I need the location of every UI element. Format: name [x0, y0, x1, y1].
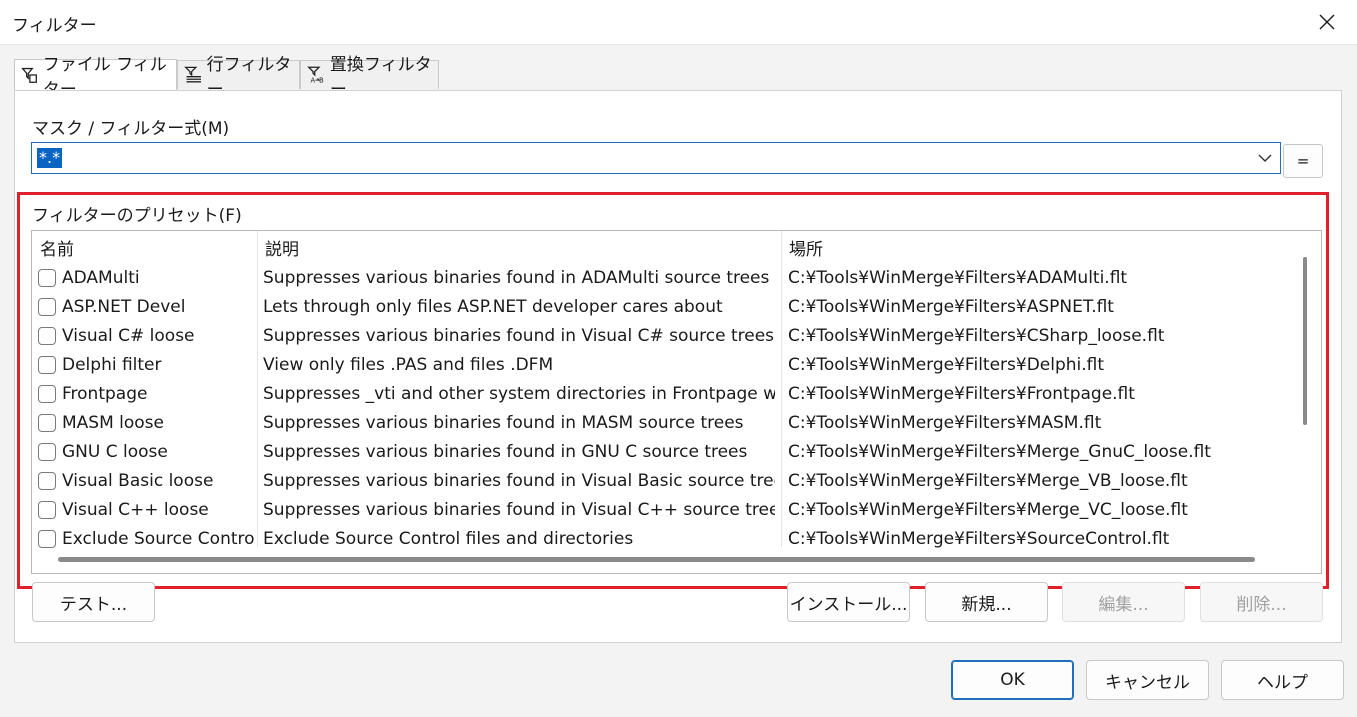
preset-checkbox[interactable]	[38, 327, 56, 345]
preset-name: Visual C# loose	[62, 326, 195, 346]
column-header-location[interactable]: 場所	[781, 231, 1294, 264]
preset-description: Suppresses various binaries found in ADA…	[263, 268, 770, 288]
preset-checkbox[interactable]	[38, 269, 56, 287]
preset-location: C:¥Tools¥WinMerge¥Filters¥CSharp_loose.f…	[788, 326, 1165, 346]
preset-description: Lets through only files ASP.NET develope…	[263, 297, 723, 317]
list-item[interactable]: ASP.NET Devel Lets through only files ASP…	[32, 293, 1294, 322]
tab-line-filter[interactable]: 行フィルター	[177, 55, 300, 100]
svg-text:B: B	[319, 77, 324, 85]
button-label: 新規...	[961, 594, 1012, 615]
preset-checkbox[interactable]	[38, 356, 56, 374]
mask-label: マスク / フィルター式(M)	[32, 119, 230, 139]
button-label: 削除...	[1236, 594, 1287, 615]
preset-name: Visual Basic loose	[62, 471, 214, 491]
mask-menu-button[interactable]: =	[1283, 144, 1323, 178]
list-item[interactable]: Exclude Source Control Exclude Source Con…	[32, 525, 1294, 554]
preset-name: Delphi filter	[62, 355, 162, 375]
preset-description: Suppresses _vti and other system directo…	[263, 384, 775, 404]
preset-checkbox[interactable]	[38, 443, 56, 461]
list-item[interactable]: Visual C++ loose Suppresses various binar…	[32, 496, 1294, 525]
preset-checkbox[interactable]	[38, 298, 56, 316]
button-label: インストール...	[789, 594, 908, 615]
mask-combobox[interactable]: *.*	[31, 142, 1281, 174]
preset-location: C:¥Tools¥WinMerge¥Filters¥MASM.flt	[788, 413, 1102, 433]
preset-label: フィルターのプリセット(F)	[32, 206, 242, 226]
preset-location: C:¥Tools¥WinMerge¥Filters¥ADAMulti.flt	[788, 268, 1128, 288]
preset-checkbox[interactable]	[38, 385, 56, 403]
preset-description: Suppresses various binaries found in GNU…	[263, 442, 748, 462]
preset-name: Visual C++ loose	[62, 500, 209, 520]
preset-location: C:¥Tools¥WinMerge¥Filters¥Merge_GnuC_loo…	[788, 442, 1211, 462]
close-icon	[1319, 14, 1335, 30]
delete-button[interactable]: 削除...	[1200, 582, 1323, 622]
preset-list[interactable]: 名前 説明 場所 ADAMulti Suppresses various bina…	[31, 230, 1322, 574]
edit-button[interactable]: 編集...	[1062, 582, 1185, 622]
preset-description: Exclude Source Control files and directo…	[263, 529, 634, 549]
preset-description: Suppresses various binaries found in Vis…	[263, 471, 775, 491]
preset-name: Frontpage	[62, 384, 148, 404]
list-item[interactable]: Frontpage Suppresses _vti and other syste…	[32, 380, 1294, 409]
button-label: キャンセル	[1105, 672, 1190, 693]
preset-checkbox[interactable]	[38, 530, 56, 548]
list-item[interactable]: MASM loose Suppresses various binaries fo…	[32, 409, 1294, 438]
preset-name: ADAMulti	[62, 268, 140, 288]
column-header-label: 説明	[265, 240, 299, 260]
preset-checkbox[interactable]	[38, 414, 56, 432]
vertical-scrollbar[interactable]	[1303, 257, 1307, 425]
new-button[interactable]: 新規...	[925, 582, 1048, 622]
preset-description: Suppresses various binaries found in Vis…	[263, 326, 775, 346]
close-button[interactable]	[1311, 6, 1343, 38]
column-header-label: 名前	[40, 240, 74, 260]
preset-name: MASM loose	[62, 413, 164, 433]
cancel-button[interactable]: キャンセル	[1086, 660, 1209, 700]
tab-file-filter[interactable]: ファイル フィルター	[14, 55, 177, 100]
list-item[interactable]: GNU C loose Suppresses various binaries f…	[32, 438, 1294, 467]
preset-location: C:¥Tools¥WinMerge¥Filters¥Delphi.flt	[788, 355, 1105, 375]
window-title: フィルター	[12, 16, 97, 36]
preset-name: Exclude Source Control	[62, 529, 254, 549]
list-item[interactable]: Visual Basic loose Suppresses various bin…	[32, 467, 1294, 496]
list-item[interactable]: ADAMulti Suppresses various binaries foun…	[32, 264, 1294, 293]
preset-location: C:¥Tools¥WinMerge¥Filters¥Merge_VC_loose…	[788, 500, 1188, 520]
list-item[interactable]: Delphi filter View only files .PAS and fi…	[32, 351, 1294, 380]
preset-checkbox[interactable]	[38, 501, 56, 519]
file-filter-icon	[21, 67, 37, 83]
horizontal-scrollbar[interactable]	[58, 557, 1255, 562]
install-button[interactable]: インストール...	[787, 582, 910, 622]
replace-filter-icon: A B	[307, 66, 324, 85]
preset-description: Suppresses various binaries found in Vis…	[263, 500, 775, 520]
preset-location: C:¥Tools¥WinMerge¥Filters¥SourceControl.…	[788, 529, 1170, 549]
preset-description: View only files .PAS and files .DFM	[263, 355, 554, 375]
column-header-description[interactable]: 説明	[257, 231, 781, 264]
help-button[interactable]: ヘルプ	[1221, 660, 1344, 700]
test-button[interactable]: テスト...	[32, 582, 155, 622]
line-filter-icon	[184, 66, 201, 83]
mask-input-value[interactable]: *.*	[37, 148, 63, 168]
preset-checkbox[interactable]	[38, 472, 56, 490]
preset-description: Suppresses various binaries found in MAS…	[263, 413, 744, 433]
button-label: ヘルプ	[1257, 672, 1308, 693]
ok-button[interactable]: OK	[951, 660, 1074, 700]
button-label: テスト...	[59, 594, 128, 615]
preset-name: GNU C loose	[62, 442, 168, 462]
chevron-down-icon[interactable]	[1256, 149, 1274, 167]
tab-replace-filter[interactable]: A B 置換フィルター	[300, 55, 439, 100]
preset-location: C:¥Tools¥WinMerge¥Filters¥Merge_VB_loose…	[788, 471, 1188, 491]
preset-name: ASP.NET Devel	[62, 297, 186, 317]
button-label: OK	[1000, 670, 1025, 690]
title-bar	[0, 0, 1357, 45]
preset-location: C:¥Tools¥WinMerge¥Filters¥ASPNET.flt	[788, 297, 1114, 317]
column-header-label: 場所	[789, 240, 823, 260]
preset-location: C:¥Tools¥WinMerge¥Filters¥Frontpage.flt	[788, 384, 1135, 404]
mask-menu-label: =	[1296, 152, 1310, 170]
button-label: 編集...	[1098, 594, 1149, 615]
column-header-name[interactable]: 名前	[32, 231, 257, 264]
list-item[interactable]: Visual C# loose Suppresses various binari…	[32, 322, 1294, 351]
svg-text:A: A	[310, 77, 315, 85]
